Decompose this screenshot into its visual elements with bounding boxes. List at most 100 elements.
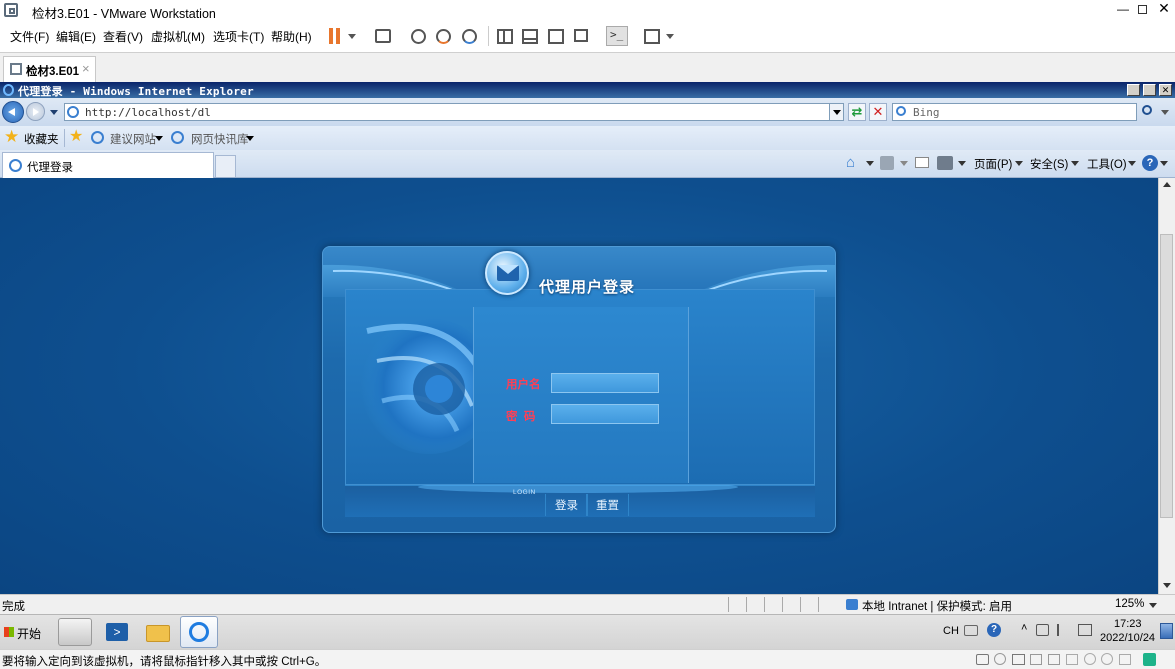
tools-menu[interactable]: 工具(O) — [1087, 156, 1127, 172]
close-tab-icon[interactable]: × — [82, 61, 90, 76]
search-button[interactable] — [1140, 103, 1158, 121]
show-desktop-button[interactable] — [1160, 623, 1173, 639]
start-button[interactable]: 开始 — [2, 618, 44, 646]
suggested-sites-link[interactable]: 建议网站 — [110, 131, 156, 147]
network-adapter-icon[interactable] — [1012, 654, 1025, 665]
stop-icon[interactable]: ✕ — [869, 103, 887, 121]
action-center-flag-icon[interactable] — [1057, 624, 1070, 636]
safety-menu[interactable]: 安全(S) — [1030, 156, 1068, 172]
pause-icon[interactable] — [329, 28, 343, 44]
print-icon[interactable] — [937, 156, 953, 170]
chevron-down-icon[interactable] — [246, 136, 254, 141]
chevron-down-icon[interactable] — [1149, 603, 1157, 608]
ie-minimize-button[interactable] — [1127, 84, 1140, 96]
network-icon[interactable] — [1078, 624, 1092, 636]
cd-dvd-icon[interactable] — [994, 653, 1006, 665]
chevron-down-icon[interactable] — [1161, 110, 1169, 115]
minimize-button[interactable]: — — [1116, 2, 1130, 16]
search-input[interactable]: Bing — [892, 103, 1137, 121]
file-explorer-icon[interactable] — [141, 618, 175, 646]
scroll-up-arrow[interactable] — [1163, 182, 1171, 187]
fullscreen-icon[interactable] — [548, 29, 564, 44]
reset-button[interactable]: 重置 — [586, 494, 629, 516]
bluetooth-icon[interactable] — [1101, 653, 1113, 665]
vertical-scrollbar[interactable] — [1158, 178, 1175, 594]
ie-close-button[interactable]: ✕ — [1159, 84, 1172, 96]
message-log-icon[interactable] — [1143, 653, 1156, 666]
snapshot-icon[interactable] — [411, 29, 426, 44]
help-icon[interactable]: ? — [987, 623, 1001, 637]
menu-tabs[interactable]: 选项卡(T) — [213, 28, 264, 45]
page-menu[interactable]: 页面(P) — [974, 156, 1012, 172]
new-tab-button[interactable] — [215, 155, 236, 177]
rss-feed-icon[interactable] — [880, 156, 894, 170]
favorites-star-icon[interactable]: ★ — [4, 128, 19, 146]
sidebar-toggle-icon[interactable] — [497, 29, 513, 44]
maximize-button[interactable] — [1138, 5, 1147, 14]
close-window-button[interactable]: ✕ — [1157, 0, 1171, 16]
menu-help[interactable]: 帮助(H) — [271, 28, 312, 45]
password-input[interactable] — [551, 404, 659, 424]
unity-icon[interactable] — [574, 29, 588, 42]
chevron-down-icon[interactable] — [1071, 161, 1079, 166]
snapshot-manager-icon[interactable] — [462, 29, 477, 44]
revert-snapshot-icon[interactable] — [436, 29, 451, 44]
home-icon[interactable]: ⌂ — [846, 155, 860, 170]
web-slice-gallery-link[interactable]: 网页快讯库 — [191, 131, 249, 147]
sound-card-icon[interactable] — [1048, 654, 1060, 665]
refresh-icon[interactable]: ⇄ — [848, 103, 866, 121]
menu-view[interactable]: 查看(V) — [103, 28, 143, 45]
vmware-window-title: 检材3.E01 - VMware Workstation — [32, 7, 216, 21]
ie-restore-button[interactable] — [1143, 84, 1156, 96]
security-zone-text[interactable]: 本地 Intranet | 保护模式: 启用 — [862, 598, 1012, 614]
hard-disk-icon[interactable] — [976, 654, 989, 665]
login-button[interactable]: 登录 — [545, 494, 588, 516]
favorites-button[interactable]: 收藏夹 — [24, 131, 59, 147]
password-label: 密 码 — [506, 411, 536, 423]
show-hidden-icons[interactable]: ˄ — [1021, 622, 1027, 634]
chevron-down-icon[interactable] — [958, 161, 966, 166]
stretch-icon[interactable] — [644, 29, 660, 44]
display-icon[interactable] — [1119, 654, 1131, 665]
menu-edit[interactable]: 编辑(E) — [56, 28, 96, 45]
camera-icon[interactable] — [1084, 653, 1096, 665]
send-ctrl-alt-del-icon[interactable] — [375, 29, 391, 43]
terminal-icon[interactable]: >_ — [606, 26, 628, 46]
vmware-status-hint-bar: 要将输入定向到该虚拟机，请将鼠标指针移入其中或按 Ctrl+G。 — [0, 649, 1175, 669]
menu-vm[interactable]: 虚拟机(M) — [151, 28, 205, 45]
read-mail-icon[interactable] — [915, 157, 929, 168]
clock-time[interactable]: 17:23 — [1114, 618, 1142, 630]
chevron-down-icon[interactable] — [348, 34, 356, 39]
volume-icon[interactable] — [1036, 624, 1049, 636]
clock-date[interactable]: 2022/10/24 — [1100, 632, 1155, 644]
language-indicator[interactable]: CH — [943, 625, 959, 637]
scroll-down-arrow[interactable] — [1163, 583, 1171, 588]
help-icon[interactable]: ? — [1142, 155, 1158, 171]
zoom-level[interactable]: 125% — [1115, 598, 1144, 610]
chevron-down-icon[interactable] — [50, 110, 58, 115]
chevron-down-icon[interactable] — [1160, 161, 1168, 166]
back-button[interactable] — [2, 101, 24, 123]
address-dropdown-button[interactable] — [829, 104, 843, 120]
scroll-thumb[interactable] — [1160, 234, 1173, 518]
forward-button[interactable] — [26, 102, 45, 121]
chevron-down-icon[interactable] — [900, 161, 908, 166]
chevron-down-icon[interactable] — [155, 136, 163, 141]
add-favorite-icon[interactable]: ★ — [69, 128, 83, 146]
printer-icon[interactable] — [1030, 654, 1042, 665]
keyboard-icon[interactable] — [964, 625, 978, 636]
console-view-icon[interactable] — [522, 29, 538, 44]
internet-explorer-taskbar-icon[interactable] — [180, 616, 218, 648]
ie-tab-active[interactable]: 代理登录 — [2, 152, 214, 178]
chevron-down-icon[interactable] — [1128, 161, 1136, 166]
vm-tab[interactable]: 检材3.E01 × — [3, 56, 96, 82]
chevron-down-icon[interactable] — [666, 34, 674, 39]
powershell-icon[interactable]: > — [100, 618, 134, 646]
address-field[interactable]: http://localhost/dl — [64, 103, 844, 121]
chevron-down-icon[interactable] — [1015, 161, 1023, 166]
username-input[interactable] — [551, 373, 659, 393]
usb-icon[interactable] — [1066, 654, 1078, 665]
server-manager-icon[interactable] — [58, 618, 92, 646]
menu-file[interactable]: 文件(F) — [10, 28, 49, 45]
chevron-down-icon[interactable] — [866, 161, 874, 166]
